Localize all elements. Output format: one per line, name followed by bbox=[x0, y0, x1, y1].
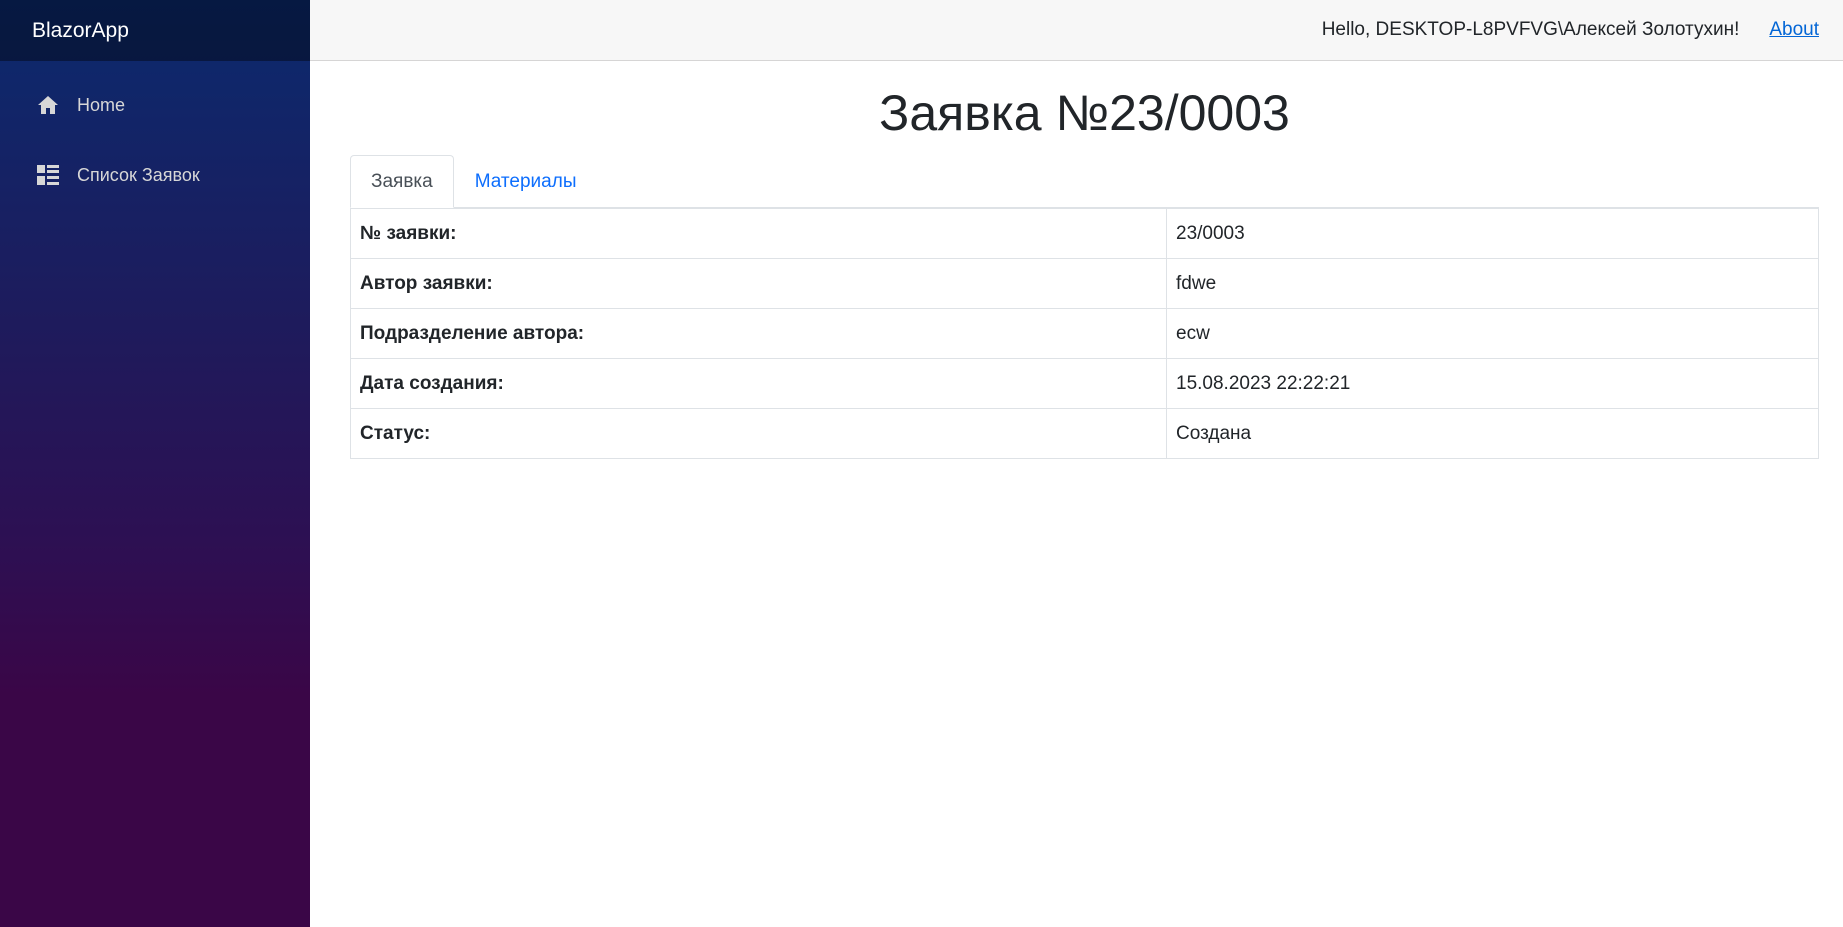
nav-item-requests-label: Список Заявок bbox=[77, 164, 200, 185]
sidebar: BlazorApp Home Список Заявок bbox=[0, 0, 310, 927]
table-row: № заявки: 23/0003 bbox=[350, 208, 1819, 259]
row-value: Создана bbox=[1166, 408, 1819, 459]
main-content: Заявка №23/0003 Заявка Материалы № заявк… bbox=[350, 61, 1819, 459]
nav-menu: Home Список Заявок bbox=[0, 61, 310, 199]
table-row: Автор заявки: fdwe bbox=[350, 258, 1819, 309]
list-icon bbox=[36, 163, 60, 187]
brand-link[interactable]: BlazorApp bbox=[32, 19, 129, 43]
table-row: Подразделение автора: ecw bbox=[350, 308, 1819, 359]
nav-item-requests[interactable]: Список Заявок bbox=[16, 151, 294, 199]
nav-item-home[interactable]: Home bbox=[16, 81, 294, 129]
table-row: Статус: Создана bbox=[350, 408, 1819, 459]
brand-bar: BlazorApp bbox=[0, 0, 310, 61]
top-row: Hello, DESKTOP-L8PVFVG\Алексей Золотухин… bbox=[310, 0, 1843, 61]
row-value: 15.08.2023 22:22:21 bbox=[1166, 358, 1819, 409]
row-value: fdwe bbox=[1166, 258, 1819, 309]
row-label: № заявки: bbox=[350, 208, 1167, 259]
row-label: Дата создания: bbox=[350, 358, 1167, 409]
tab-request[interactable]: Заявка bbox=[350, 155, 454, 208]
row-label: Автор заявки: bbox=[350, 258, 1167, 309]
row-label: Статус: bbox=[350, 408, 1167, 459]
page-title: Заявка №23/0003 bbox=[879, 85, 1290, 141]
row-label: Подразделение автора: bbox=[350, 308, 1167, 359]
table-row: Дата создания: 15.08.2023 22:22:21 bbox=[350, 358, 1819, 409]
home-icon bbox=[36, 93, 60, 117]
nav-item-home-label: Home bbox=[77, 94, 126, 115]
row-value: 23/0003 bbox=[1166, 208, 1819, 259]
about-link[interactable]: About bbox=[1769, 19, 1819, 41]
row-value: ecw bbox=[1166, 308, 1819, 359]
app-root: BlazorApp Home Список Заявок Hello, DESK… bbox=[0, 0, 1843, 927]
request-details-table: № заявки: 23/0003 Автор заявки: fdwe Под… bbox=[350, 208, 1819, 459]
user-greeting: Hello, DESKTOP-L8PVFVG\Алексей Золотухин… bbox=[1321, 19, 1740, 40]
tab-bar: Заявка Материалы bbox=[350, 155, 1819, 208]
tab-materials[interactable]: Материалы bbox=[454, 155, 598, 208]
